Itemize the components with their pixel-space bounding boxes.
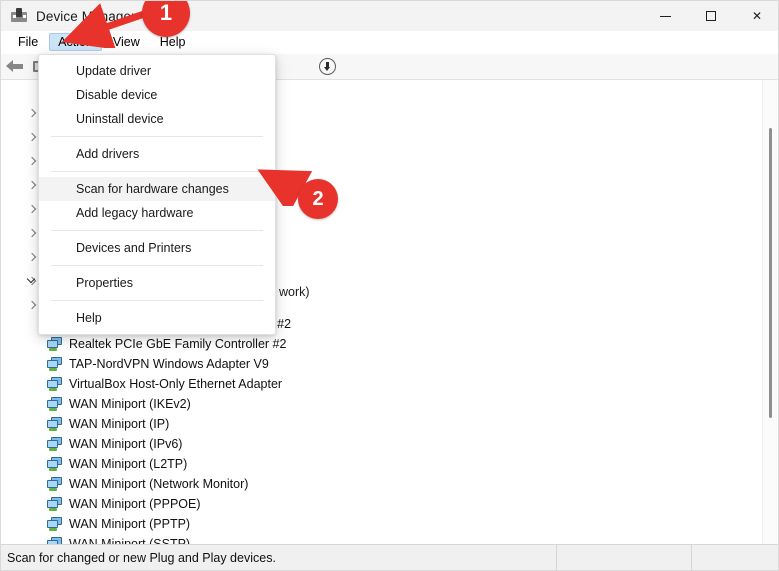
action-dropdown-menu[interactable]: Update driver Disable device Uninstall d… [38, 54, 276, 335]
menu-separator [51, 300, 263, 301]
network-adapter-icon [47, 356, 63, 371]
vertical-scrollbar[interactable] [762, 80, 777, 544]
toolbar-update-driver-button[interactable] [314, 55, 340, 79]
device-row-wan-ipv6[interactable]: WAN Miniport (IPv6) [47, 434, 185, 453]
window-controls: ✕ [642, 1, 778, 31]
menu-file[interactable]: File [9, 33, 47, 51]
device-label: WAN Miniport (IKEv2) [69, 396, 191, 411]
menu-item-disable-device[interactable]: Disable device [39, 83, 275, 107]
device-label: WAN Miniport (PPTP) [69, 516, 191, 531]
device-label: WAN Miniport (IPv6) [69, 436, 183, 451]
device-manager-window: Device Manager ✕ File Action View Help w… [0, 0, 779, 571]
device-label: Realtek PCIe GbE Family Controller #2 [69, 336, 287, 351]
menu-item-update-driver[interactable]: Update driver [39, 59, 275, 83]
device-row-wan-pppoe[interactable]: WAN Miniport (PPPOE) [47, 494, 204, 513]
tree-category-label-partial: work) [279, 285, 310, 299]
close-button[interactable]: ✕ [734, 1, 778, 31]
network-adapter-icon [47, 396, 63, 411]
menu-item-add-legacy-hardware[interactable]: Add legacy hardware [39, 201, 275, 225]
network-adapter-icon [47, 496, 63, 511]
network-adapter-icon [47, 456, 63, 471]
network-adapter-icon [47, 336, 63, 351]
menu-item-uninstall-device[interactable]: Uninstall device [39, 107, 275, 131]
network-adapter-icon [47, 436, 63, 451]
network-adapter-icon [47, 516, 63, 531]
device-row-wan-ikev2[interactable]: WAN Miniport (IKEv2) [47, 394, 194, 413]
download-circle-icon [318, 58, 336, 75]
device-row-wan-pptp[interactable]: WAN Miniport (PPTP) [47, 514, 193, 533]
device-label: VirtualBox Host-Only Ethernet Adapter [69, 376, 283, 391]
network-adapter-icon [47, 376, 63, 391]
device-row-wan-l2tp[interactable]: WAN Miniport (L2TP) [47, 454, 190, 473]
toolbar-back-button[interactable] [1, 55, 27, 79]
menu-separator [51, 171, 263, 172]
minimize-icon [659, 15, 671, 17]
close-icon: ✕ [751, 9, 763, 23]
annotation-badge-2: 2 [298, 179, 338, 219]
menu-item-add-drivers[interactable]: Add drivers [39, 142, 275, 166]
maximize-icon [706, 11, 716, 21]
device-row-virtualbox[interactable]: VirtualBox Host-Only Ethernet Adapter [47, 374, 285, 393]
status-bar: Scan for changed or new Plug and Play de… [1, 544, 778, 571]
menu-separator [51, 136, 263, 137]
status-pane-2 [557, 544, 692, 570]
menu-item-properties[interactable]: Properties [39, 271, 275, 295]
menu-separator [51, 265, 263, 266]
device-label: TAP-NordVPN Windows Adapter V9 [69, 356, 269, 371]
menu-item-devices-and-printers[interactable]: Devices and Printers [39, 236, 275, 260]
menu-item-help[interactable]: Help [39, 306, 275, 330]
minimize-button[interactable] [642, 1, 688, 31]
network-adapter-icon [47, 416, 63, 431]
status-pane-3 [692, 545, 778, 571]
device-label: WAN Miniport (IP) [69, 416, 170, 431]
device-label: WAN Miniport (L2TP) [69, 456, 188, 471]
back-arrow-icon [5, 60, 23, 73]
menu-item-scan-for-hardware-changes[interactable]: Scan for hardware changes [39, 177, 275, 201]
device-row-tap-nordvpn[interactable]: TAP-NordVPN Windows Adapter V9 [47, 354, 272, 373]
device-manager-icon [11, 8, 27, 24]
device-label: WAN Miniport (PPPOE) [69, 496, 201, 511]
status-message: Scan for changed or new Plug and Play de… [1, 544, 557, 570]
device-row-realtek[interactable]: Realtek PCIe GbE Family Controller #2 [47, 334, 289, 353]
device-row-wan-ip[interactable]: WAN Miniport (IP) [47, 414, 172, 433]
menu-separator [51, 230, 263, 231]
network-adapter-icon [47, 476, 63, 491]
maximize-button[interactable] [688, 1, 734, 31]
device-row-wan-network-monitor[interactable]: WAN Miniport (Network Monitor) [47, 474, 251, 493]
device-label: WAN Miniport (Network Monitor) [69, 476, 249, 491]
scrollbar-thumb[interactable] [769, 128, 772, 418]
